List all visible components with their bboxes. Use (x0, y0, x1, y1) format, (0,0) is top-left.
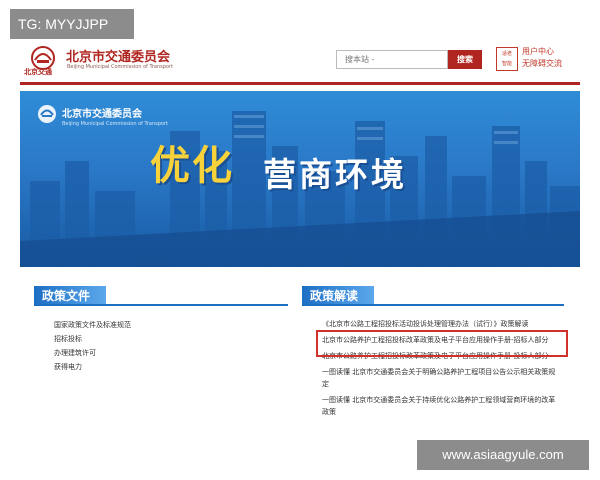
section-policy-interpretation-title[interactable]: 政策解读 (302, 286, 374, 306)
search-button[interactable]: 搜索 (448, 50, 482, 69)
user-center-link[interactable]: 用户中心 (522, 46, 562, 58)
banner-logo-icon (38, 105, 56, 123)
site-title[interactable]: 北京市交通委员会 (66, 46, 170, 65)
list-item[interactable]: 获得电力 (54, 360, 131, 374)
section-divider (302, 304, 564, 306)
section-policy-documents-title[interactable]: 政策文件 (34, 286, 106, 306)
slogan-sub: 营商环境 (263, 155, 407, 194)
list-item[interactable]: 一图读懂 北京市交通委员会关于持续优化公路养护工程领域营商环境的改革政策 (322, 394, 562, 418)
slogan-main: 优化 (150, 143, 234, 189)
list-item[interactable]: 办理建筑许可 (54, 346, 131, 360)
list-item[interactable]: 一图读懂 北京市交通委员会关于明确公路养护工程项目公告公示相关政策规定 (322, 366, 562, 390)
policy-documents-list: 国家政策文件及标准规范 招标投标 办理建筑许可 获得电力 (54, 318, 131, 374)
site-watermark: www.asiaagyule.com (417, 440, 589, 470)
header-divider (20, 82, 580, 85)
channel-tag: TG: MYYJJPP (10, 9, 134, 39)
site-subtitle: Beijing Municipal Commission of Transpor… (67, 64, 173, 70)
list-item[interactable]: 招标投标 (54, 332, 131, 346)
list-item[interactable]: 国家政策文件及标准规范 (54, 318, 131, 332)
section-divider (34, 304, 288, 306)
logo-caption: 北京交通 (24, 68, 52, 76)
user-links: 用户中心 无障碍交流 (522, 46, 562, 70)
badge-line1: 适老 (501, 51, 512, 57)
search-input[interactable]: 搜本站 - (336, 50, 448, 69)
accessible-link[interactable]: 无障碍交流 (522, 58, 562, 70)
list-item[interactable]: 《北京市公路工程招投标活动投诉处理管理办法（试行）》政策解读 (322, 318, 562, 330)
banner-org-english: Beijing Municipal Commission of Transpor… (62, 121, 168, 127)
banner-org-name: 北京市交通委员会 (62, 109, 142, 120)
site-header: 北京交通 北京市交通委员会 Beijing Municipal Commissi… (20, 40, 580, 82)
badge-line2: 智能 (501, 61, 512, 67)
highlight-box (316, 330, 568, 357)
page: TG: MYYJJPP 北京交通 北京市交通委员会 Beijing Munici… (0, 0, 600, 480)
elder-friendly-badge[interactable]: 适老 智能 (496, 47, 518, 71)
